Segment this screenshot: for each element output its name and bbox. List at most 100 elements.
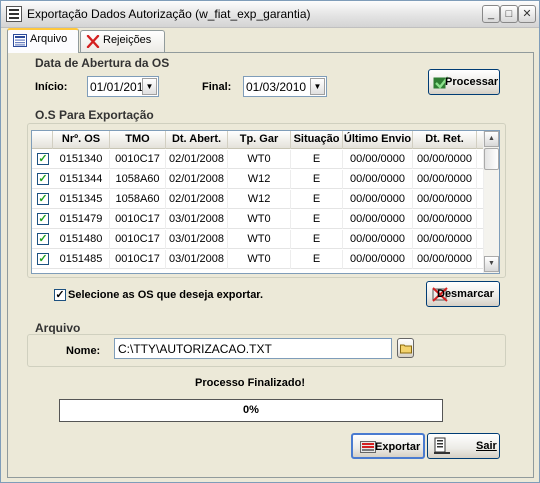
row-checkbox[interactable]: ✓	[37, 173, 49, 185]
scroll-down-icon[interactable]: ▼	[484, 256, 499, 272]
nome-label: Nome:	[66, 345, 101, 357]
progress-text: 0%	[243, 404, 259, 416]
header-ultimo-envio[interactable]: Último Envio	[343, 131, 413, 149]
cell-situacao: E	[291, 250, 343, 269]
scroll-up-icon[interactable]: ▲	[484, 131, 499, 147]
chevron-down-icon[interactable]: ▼	[310, 78, 325, 95]
row-checkbox[interactable]: ✓	[37, 253, 49, 265]
processar-button[interactable]: Processar	[428, 69, 500, 95]
grid-scrollbar[interactable]: ▲ ▼	[483, 131, 499, 273]
progress-bar: 0%	[59, 399, 443, 422]
header-dt-abert[interactable]: Dt. Abert.	[166, 131, 228, 149]
cell-tmo: 1058A60	[110, 170, 166, 189]
table-row[interactable]: ✓ 0151479 0010C17 03/01/2008 WT0 E 00/00…	[32, 210, 484, 229]
sair-button[interactable]: Sair	[427, 433, 500, 459]
red-x-icon	[86, 35, 100, 48]
tab-arquivo[interactable]: Arquivo	[7, 28, 79, 53]
cell-dt-abert: 03/01/2008	[166, 250, 228, 269]
app-window-icon	[6, 6, 22, 22]
data-abertura-title: Data de Abertura da OS	[35, 56, 170, 70]
header-tp-gar[interactable]: Tp. Gar	[228, 131, 291, 149]
row-checkbox[interactable]: ✓	[37, 213, 49, 225]
cell-nr-os: 0151340	[53, 150, 110, 169]
status-message: Processo Finalizado!	[195, 377, 306, 389]
cell-ultimo-envio: 00/00/0000	[343, 210, 413, 229]
cell-tp-gar: WT0	[228, 250, 291, 269]
select-all-label: Selecione as OS que deseja exportar.	[68, 289, 264, 301]
cell-dt-abert: 02/01/2008	[166, 150, 228, 169]
cell-nr-os: 0151480	[53, 230, 110, 249]
header-situacao[interactable]: Situação	[291, 131, 343, 149]
cell-dt-ret: 00/00/0000	[413, 150, 477, 169]
close-button[interactable]: ✕	[518, 5, 536, 23]
chevron-down-icon[interactable]: ▼	[142, 78, 157, 95]
cell-dt-abert: 03/01/2008	[166, 230, 228, 249]
table-row[interactable]: ✓ 0151340 0010C17 02/01/2008 WT0 E 00/00…	[32, 150, 484, 169]
cell-tp-gar: W12	[228, 190, 291, 209]
final-label: Final:	[202, 81, 232, 93]
sair-label: Sair	[476, 440, 497, 452]
file-path-input[interactable]: C:\TTY\AUTORIZACAO.TXT	[114, 338, 392, 359]
arquivo-title: Arquivo	[35, 321, 81, 335]
cell-nr-os: 0151344	[53, 170, 110, 189]
cell-tp-gar: WT0	[228, 150, 291, 169]
os-grid[interactable]: Nrº. OS TMO Dt. Abert. Tp. Gar Situação …	[31, 130, 500, 274]
maximize-button[interactable]: □	[500, 5, 518, 23]
cell-dt-ret: 00/00/0000	[413, 230, 477, 249]
row-checkbox[interactable]: ✓	[37, 233, 49, 245]
cell-dt-ret: 00/00/0000	[413, 190, 477, 209]
grid-header: Nrº. OS TMO Dt. Abert. Tp. Gar Situação …	[32, 131, 499, 149]
header-nr-os[interactable]: Nrº. OS	[53, 131, 110, 149]
cell-ultimo-envio: 00/00/0000	[343, 190, 413, 209]
cell-dt-ret: 00/00/0000	[413, 250, 477, 269]
desmarcar-button[interactable]: Desmarcar	[426, 281, 500, 307]
inicio-label: Início:	[35, 81, 68, 93]
cell-ultimo-envio: 00/00/0000	[343, 150, 413, 169]
cell-ultimo-envio: 00/00/0000	[343, 170, 413, 189]
table-row[interactable]: ✓ 0151485 0010C17 03/01/2008 WT0 E 00/00…	[32, 250, 484, 269]
export-icon	[360, 441, 376, 453]
cell-ultimo-envio: 00/00/0000	[343, 230, 413, 249]
cell-situacao: E	[291, 230, 343, 249]
table-row[interactable]: ✓ 0151344 1058A60 02/01/2008 W12 E 00/00…	[32, 170, 484, 189]
select-all-checkbox[interactable]: ✓	[54, 289, 66, 301]
cell-situacao: E	[291, 210, 343, 229]
cell-tmo: 0010C17	[110, 250, 166, 269]
cell-dt-ret: 00/00/0000	[413, 170, 477, 189]
row-checkbox[interactable]: ✓	[37, 193, 49, 205]
table-row[interactable]: ✓ 0151345 1058A60 02/01/2008 W12 E 00/00…	[32, 190, 484, 209]
cell-tmo: 1058A60	[110, 190, 166, 209]
cell-tp-gar: W12	[228, 170, 291, 189]
cell-dt-abert: 02/01/2008	[166, 170, 228, 189]
header-tmo[interactable]: TMO	[110, 131, 166, 149]
minimize-button[interactable]: _	[482, 5, 500, 23]
processar-label: Processar	[445, 76, 499, 88]
tab-arquivo-label: Arquivo	[30, 33, 68, 45]
exportar-label: Exportar	[375, 441, 421, 453]
cell-nr-os: 0151345	[53, 190, 110, 209]
cell-tmo: 0010C17	[110, 150, 166, 169]
cell-tp-gar: WT0	[228, 230, 291, 249]
browse-button[interactable]	[397, 338, 414, 358]
desmarcar-label: Desmarcar	[437, 288, 494, 300]
exit-icon	[434, 437, 450, 454]
cell-tp-gar: WT0	[228, 210, 291, 229]
cell-situacao: E	[291, 170, 343, 189]
row-checkbox[interactable]: ✓	[37, 153, 49, 165]
cell-nr-os: 0151479	[53, 210, 110, 229]
final-date-value: 01/03/2010	[246, 80, 307, 94]
header-dt-ret[interactable]: Dt. Ret.	[413, 131, 477, 149]
title-bar[interactable]: Exportação Dados Autorização (w_fiat_exp…	[1, 1, 539, 28]
cell-dt-ret: 00/00/0000	[413, 210, 477, 229]
tab-rejeicoes[interactable]: Rejeições	[80, 30, 165, 52]
final-date-picker[interactable]: 01/03/2010 ▼	[243, 76, 327, 97]
cell-ultimo-envio: 00/00/0000	[343, 250, 413, 269]
cell-situacao: E	[291, 150, 343, 169]
header-select	[32, 131, 53, 149]
exportar-button[interactable]: Exportar	[351, 433, 425, 459]
table-row[interactable]: ✓ 0151480 0010C17 03/01/2008 WT0 E 00/00…	[32, 230, 484, 249]
os-export-title: O.S Para Exportação	[35, 108, 154, 122]
inicio-date-picker[interactable]: 01/01/2010 ▼	[87, 76, 159, 97]
scroll-thumb[interactable]	[484, 148, 499, 170]
list-icon	[13, 34, 27, 47]
